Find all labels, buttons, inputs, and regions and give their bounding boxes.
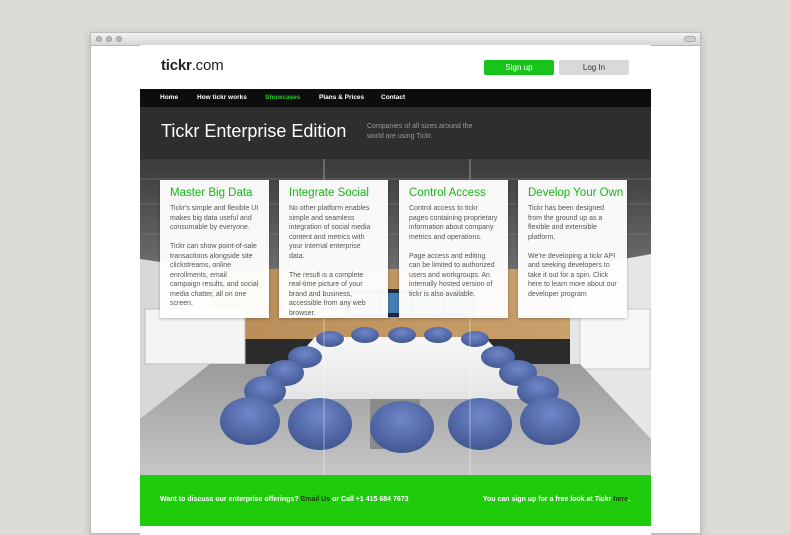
hero-title: Tickr Enterprise Edition — [161, 121, 347, 141]
hero-subtitle: Companies of all sizes around the world … — [367, 123, 473, 140]
card-body: Tickr's simple and flexible UI makes big… — [170, 205, 259, 307]
web-page: tickr.com Sign up Log In Home How tickr … — [140, 45, 651, 535]
card-title: Master Big Data — [170, 187, 253, 199]
close-window-icon[interactable] — [96, 36, 102, 42]
nav-item-how-tickr-works[interactable]: How tickr works — [197, 89, 247, 107]
card-body: Control access to tickr pages containing… — [409, 205, 498, 298]
site-logo[interactable]: tickr.com — [161, 57, 224, 74]
nav-item-home[interactable]: Home — [160, 89, 178, 107]
toolbar-toggle-icon[interactable] — [684, 36, 696, 42]
nav-item-contact[interactable]: Contact — [381, 89, 405, 107]
card-body: No other platform enables simple and sea… — [289, 205, 371, 317]
logo-domain-text: .com — [191, 57, 224, 74]
feature-card-develop: Develop Your Own Tickr has been designed… — [518, 180, 627, 318]
feature-card-big-data: Master Big Data Tickr's simple and flexi… — [160, 180, 269, 318]
logo-bold-text: tickr — [161, 57, 192, 74]
login-button[interactable]: Log In — [559, 60, 629, 75]
footer-signup-text: You can sign up for a free look at Tickr… — [483, 496, 630, 503]
footer-right-text: You can sign up for a free look at Tickr — [482, 496, 614, 503]
footer-cta-bar: Want to discuss our enterprise offerings… — [140, 475, 651, 526]
email-us-link[interactable]: Email Us — [301, 496, 331, 503]
main-nav: Home How tickr works Showcases Plans & P… — [140, 89, 651, 107]
hero-title-band: Tickr Enterprise Edition Companies of al… — [140, 107, 651, 159]
browser-window: tickr.com Sign up Log In Home How tickr … — [90, 32, 701, 535]
card-title: Develop Your Own — [528, 187, 624, 199]
feature-card-access: Control Access Control access to tickr p… — [399, 180, 508, 318]
minimize-window-icon[interactable] — [106, 36, 112, 42]
card-title: Integrate Social — [289, 187, 369, 199]
signup-button[interactable]: Sign up — [484, 60, 554, 75]
hero-section: Tickr Enterprise Edition Companies of al… — [140, 107, 651, 475]
nav-item-plans-prices[interactable]: Plans & Prices — [319, 89, 364, 107]
nav-item-showcases[interactable]: Showcases — [265, 89, 300, 107]
signup-here-link[interactable]: here — [613, 496, 628, 503]
footer-left-text: Want to discuss our enterprise offerings… — [160, 496, 301, 503]
zoom-window-icon[interactable] — [116, 36, 122, 42]
feature-card-social: Integrate Social No other platform enabl… — [279, 180, 388, 318]
footer-right-end: . — [628, 496, 630, 503]
card-body: Tickr has been designed from the ground … — [528, 205, 617, 298]
footer-phone-text: or Call +1 415 684 7673 — [330, 496, 409, 503]
card-title: Control Access — [409, 187, 486, 199]
footer-contact-text: Want to discuss our enterprise offerings… — [160, 496, 409, 503]
